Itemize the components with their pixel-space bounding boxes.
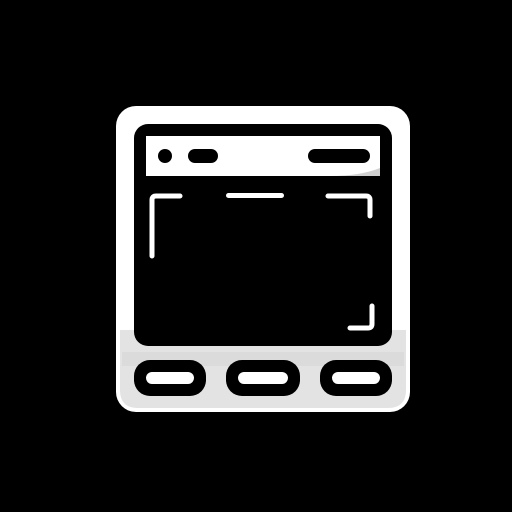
screen-area	[146, 182, 380, 334]
middle-button[interactable]	[226, 360, 300, 396]
title-pill-short	[188, 149, 218, 163]
title-pill-long	[308, 149, 370, 163]
browser-window-icon	[116, 106, 410, 412]
screen-dash-left	[226, 193, 284, 198]
left-button[interactable]	[134, 360, 206, 396]
icon-canvas	[0, 0, 512, 512]
window-dot-icon	[158, 149, 172, 163]
right-button[interactable]	[320, 360, 392, 396]
